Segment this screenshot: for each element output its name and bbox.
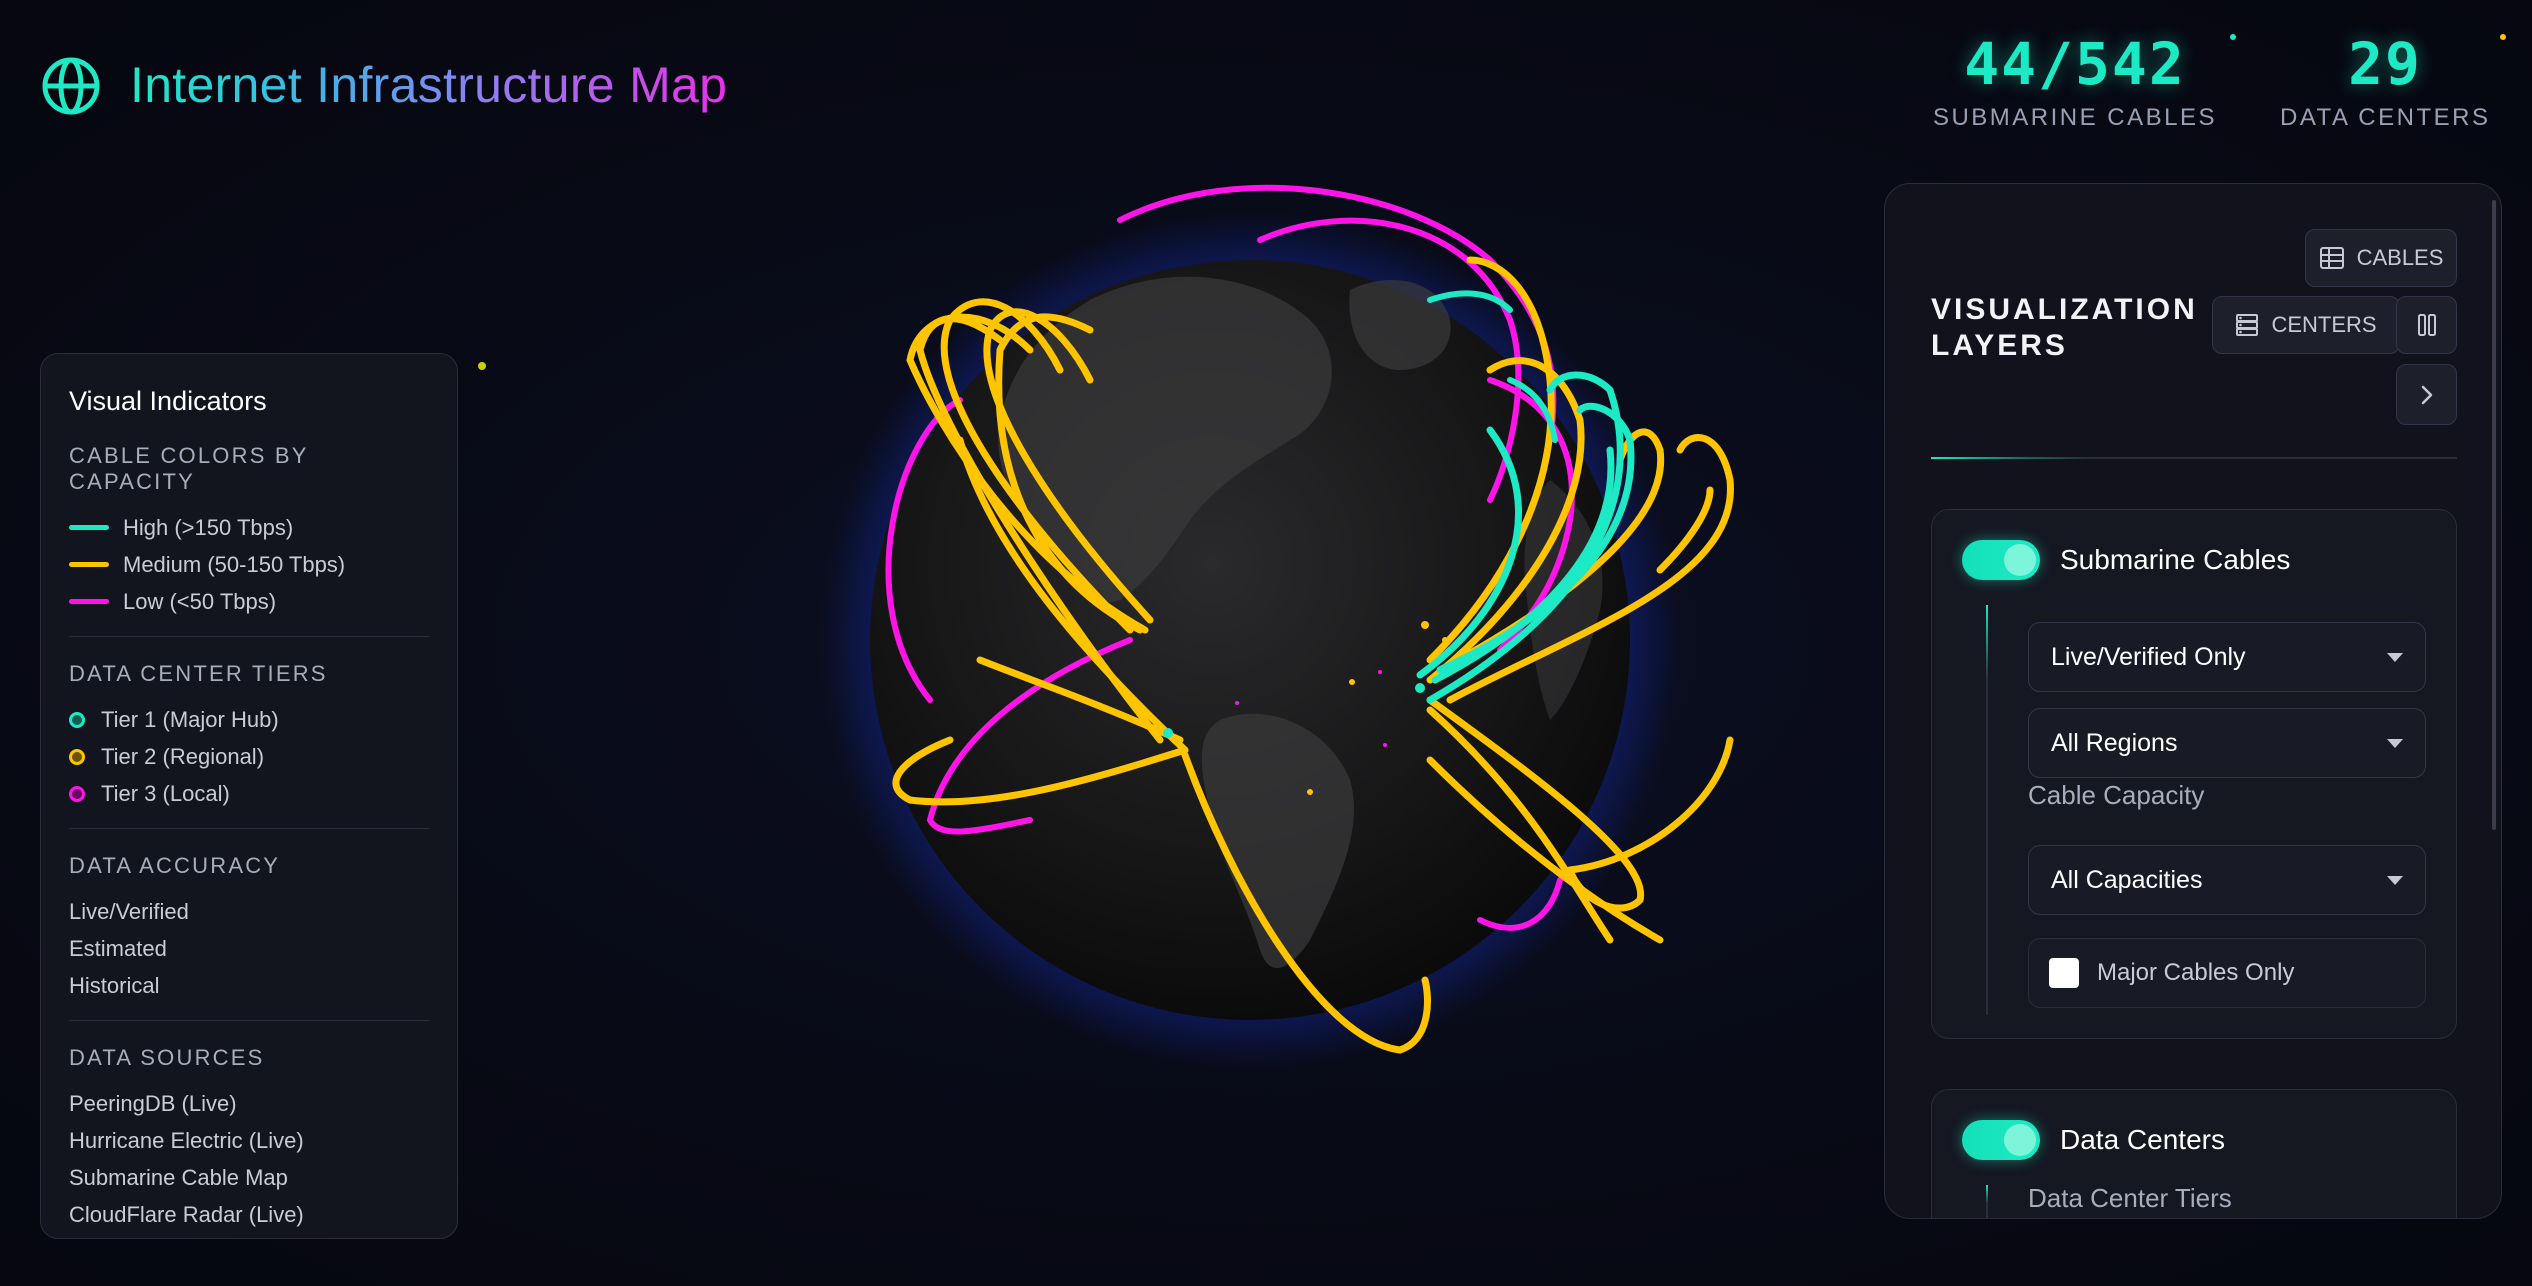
legend-item-high: High (>150 Tbps): [69, 509, 429, 546]
stat-label: DATA CENTERS: [2280, 104, 2491, 131]
legend-item-label: Low (<50 Tbps): [123, 588, 277, 614]
visualization-layers-panel: VISUALIZATION LAYERS CABLES CENTERS Subm…: [1884, 183, 2502, 1219]
low-capacity-swatch: [69, 599, 109, 604]
group-indent-line: [1986, 605, 1988, 1015]
medium-capacity-swatch: [69, 562, 109, 567]
legend-item-label: Tier 3 (Local): [101, 780, 230, 806]
region-select[interactable]: All Regions: [2028, 708, 2426, 778]
stat-value: 44/542: [1964, 30, 2186, 98]
data-center-marker[interactable]: [1378, 670, 1382, 674]
data-center-marker[interactable]: [1442, 637, 1448, 643]
legend-title: Visual Indicators: [69, 386, 267, 416]
accuracy-item: Historical: [69, 973, 160, 998]
submarine-cables-label: Submarine Cables: [2060, 544, 2291, 575]
tier-1-dot-icon: [69, 711, 85, 728]
app-title: Internet Infrastructure Map: [130, 52, 727, 118]
legend-panel: Visual Indicators CABLE COLORS BY CAPACI…: [40, 353, 458, 1239]
centers-list-button[interactable]: CENTERS: [2212, 296, 2400, 354]
source-item: Submarine Cable Map: [69, 1165, 288, 1190]
columns-icon: [2417, 314, 2436, 336]
divider: [69, 1020, 429, 1021]
cables-table-button[interactable]: CABLES: [2305, 229, 2457, 287]
toggle-knob: [2004, 1124, 2036, 1156]
select-value: All Regions: [2051, 728, 2178, 757]
chevron-down-icon: [2387, 652, 2403, 662]
panel-title-underline: [1931, 457, 2457, 459]
globe-canvas[interactable]: [790, 180, 1740, 1100]
legend-sources-title: DATA SOURCES: [69, 1045, 265, 1070]
chevron-down-icon: [2387, 738, 2403, 748]
legend-cable-colors-title: CABLE COLORS BY CAPACITY: [69, 443, 309, 494]
legend-item-label: Tier 1 (Major Hub): [101, 706, 279, 732]
legend-tier-3: Tier 3 (Local): [69, 775, 429, 812]
data-center-marker[interactable]: [1307, 789, 1313, 795]
panel-title: VISUALIZATION LAYERS: [1931, 293, 2198, 362]
panel-scrollbar[interactable]: [2492, 200, 2496, 830]
legend-tiers-title: DATA CENTER TIERS: [69, 661, 328, 686]
globe-icon: [42, 57, 100, 115]
legend-item-label: Medium (50-150 Tbps): [123, 551, 346, 577]
divider: [69, 828, 429, 829]
major-cables-checkbox[interactable]: [2049, 958, 2079, 988]
tier-3-dot-icon: [69, 785, 85, 802]
divider: [69, 636, 429, 637]
data-center-tiers-label: Data Center Tiers: [2028, 1183, 2232, 1213]
stat-value: 29: [2348, 30, 2422, 98]
accuracy-item: Estimated: [69, 936, 167, 961]
tier-2-dot-icon: [69, 748, 85, 765]
columns-toggle-button[interactable]: [2396, 296, 2457, 354]
chevron-down-icon: [2387, 875, 2403, 885]
high-capacity-swatch: [69, 525, 109, 530]
data-center-marker[interactable]: [1235, 701, 1239, 705]
data-center-marker[interactable]: [1163, 728, 1173, 738]
legend-tier-2: Tier 2 (Regional): [69, 738, 429, 775]
data-centers-group: Data Centers Data Center Tiers: [1931, 1089, 2457, 1218]
star-dot: [478, 362, 486, 370]
toggle-knob: [2004, 544, 2036, 576]
accuracy-item: Live/Verified: [69, 899, 189, 924]
source-item: CloudFlare Radar (Live): [69, 1202, 304, 1227]
group-indent-line: [1986, 1185, 1988, 1218]
cable-capacity-label: Cable Capacity: [2028, 780, 2205, 810]
data-center-marker[interactable]: [1421, 621, 1429, 629]
data-center-marker[interactable]: [1383, 743, 1387, 747]
table-icon: [2319, 247, 2344, 269]
source-item: PeeringDB (Live): [69, 1091, 237, 1116]
checkbox-label: Major Cables Only: [2097, 959, 2295, 986]
submarine-cables-group: Submarine Cables Live/Verified Only All …: [1931, 509, 2457, 1039]
button-label: CABLES: [2356, 245, 2444, 270]
data-center-marker[interactable]: [1415, 683, 1425, 693]
source-item: Hurricane Electric (Live): [69, 1128, 304, 1153]
accuracy-select[interactable]: Live/Verified Only: [2028, 622, 2426, 692]
stat-submarine-cables: 44/542 SUBMARINE CABLES: [1930, 30, 2220, 132]
star-dot: [2230, 34, 2236, 40]
chevron-right-icon: [2421, 385, 2432, 404]
capacity-select[interactable]: All Capacities: [2028, 845, 2426, 915]
data-center-marker[interactable]: [1349, 679, 1355, 685]
button-label: CENTERS: [2271, 312, 2377, 337]
legend-item-label: High (>150 Tbps): [123, 514, 294, 540]
legend-item-medium: Medium (50-150 Tbps): [69, 546, 429, 583]
data-centers-toggle[interactable]: [1962, 1120, 2040, 1160]
legend-accuracy-title: DATA ACCURACY: [69, 853, 281, 878]
stat-label: SUBMARINE CABLES: [1932, 104, 2218, 131]
submarine-cables-toggle[interactable]: [1962, 540, 2040, 580]
server-icon: [2236, 314, 2259, 336]
legend-tier-1: Tier 1 (Major Hub): [69, 701, 429, 738]
select-value: Live/Verified Only: [2051, 642, 2246, 671]
legend-item-label: Tier 2 (Regional): [101, 743, 265, 769]
collapse-panel-button[interactable]: [2396, 364, 2457, 425]
star-dot: [2500, 34, 2506, 40]
major-cables-only-option[interactable]: Major Cables Only: [2028, 938, 2426, 1008]
data-centers-label: Data Centers: [2060, 1124, 2225, 1155]
select-value: All Capacities: [2051, 865, 2203, 894]
legend-item-low: Low (<50 Tbps): [69, 583, 429, 620]
stat-data-centers: 29 DATA CENTERS: [2280, 30, 2490, 132]
